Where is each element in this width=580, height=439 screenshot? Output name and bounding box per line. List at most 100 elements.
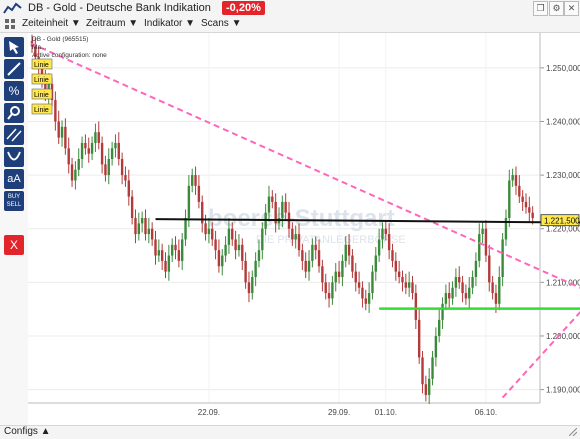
candle-body	[57, 121, 60, 138]
candle-body	[237, 244, 241, 251]
candle-body	[247, 282, 251, 294]
candle-body	[107, 159, 110, 176]
buy-sell-button[interactable]: BUY SELL	[4, 191, 24, 211]
settings-button[interactable]: ⚙	[549, 1, 564, 16]
candle-body	[54, 100, 57, 122]
candle-body	[514, 175, 518, 186]
app-logo-icon	[3, 2, 22, 14]
candle-body	[454, 276, 458, 288]
menu-indikator[interactable]: Indikator ▼	[144, 18, 195, 29]
candle-body	[114, 142, 117, 149]
candle-body	[134, 218, 137, 235]
candle-body	[441, 303, 444, 320]
price-chart[interactable]: 1.190,0001.200,0001.210,0001.220,0001.23…	[21, 33, 580, 425]
candle-body	[531, 212, 534, 218]
candle-body	[354, 271, 357, 283]
candle-body	[481, 228, 484, 235]
candle-body	[357, 282, 361, 288]
menu-zeitraum[interactable]: Zeitraum ▼	[86, 18, 138, 29]
candle-body	[417, 319, 421, 358]
candle-body	[317, 250, 321, 267]
candle-body	[524, 201, 528, 208]
menu-zeiteinheit[interactable]: Zeiteinheit ▼	[22, 18, 81, 29]
downtrend-line	[21, 38, 580, 289]
candle-body	[448, 293, 451, 299]
candle-body	[384, 228, 388, 235]
restore-button[interactable]: ❐	[533, 1, 548, 16]
candle-body	[501, 239, 504, 277]
grid-menu-icon[interactable]	[5, 19, 15, 29]
candle-body	[461, 282, 464, 294]
y-tick-label: 1.190,000	[546, 386, 580, 395]
percent-tool-button[interactable]: %	[4, 81, 24, 101]
curve-tool-icon	[7, 151, 21, 161]
chart-area[interactable]: 1.190,000 1.200,000 1.210,000 1.220,000 1.23…	[21, 33, 580, 425]
delete-button[interactable]: X	[4, 235, 24, 255]
menu-scans[interactable]: Scans ▼	[201, 18, 241, 29]
candle-body	[351, 255, 354, 272]
candle-body	[377, 239, 381, 256]
buy-sell-icon: BUY SELL	[6, 194, 22, 208]
y-tick-label: 1.240,000	[546, 117, 580, 126]
select-tool-button[interactable]	[4, 37, 24, 57]
candle-body	[434, 335, 438, 358]
candle-body	[60, 126, 64, 138]
y-tick-label: 1.250,000	[546, 64, 580, 73]
candle-body	[97, 132, 100, 143]
candle-body	[184, 218, 187, 240]
channel-tool-button[interactable]	[4, 125, 24, 145]
candle-body	[311, 244, 314, 261]
candle-body	[464, 293, 468, 299]
candle-body	[297, 234, 301, 251]
candle-body	[528, 207, 531, 213]
candle-body	[77, 159, 80, 170]
candle-body	[374, 255, 377, 272]
candle-body	[468, 287, 471, 299]
candle-body	[387, 234, 391, 251]
status-bar: Configs ▲	[0, 425, 580, 439]
candle-body	[204, 223, 207, 235]
candle-body	[67, 148, 70, 165]
candle-body	[327, 293, 331, 299]
legend-text: Ma...	[32, 44, 47, 51]
line-tool-button[interactable]	[4, 59, 24, 79]
candle-body	[381, 228, 384, 240]
close-icon: ✕	[567, 3, 576, 13]
zoom-tool-button[interactable]	[4, 103, 24, 123]
curve-tool-button[interactable]	[4, 147, 24, 167]
candle-body	[241, 244, 244, 261]
candle-body	[294, 234, 297, 240]
candle-body	[281, 201, 284, 218]
candle-body	[498, 276, 501, 304]
candle-body	[307, 260, 311, 272]
candle-body	[291, 228, 294, 240]
candle-body	[421, 357, 424, 385]
candle-body	[74, 169, 77, 181]
candle-body	[217, 250, 221, 267]
candle-body	[257, 250, 261, 261]
candle-body	[130, 196, 134, 218]
text-tool-button[interactable]: aA	[4, 169, 24, 189]
candle-body	[124, 175, 127, 181]
candle-body	[187, 185, 191, 218]
candle-body	[110, 148, 114, 160]
candle-body	[137, 223, 141, 235]
last-price-label: 1.221,500	[544, 217, 580, 226]
candle-body	[424, 384, 428, 395]
candle-body	[344, 244, 347, 261]
candle-body	[337, 271, 341, 277]
configs-button[interactable]: Configs ▲	[4, 426, 51, 437]
candle-body	[458, 276, 461, 283]
resize-grip-icon[interactable]	[569, 428, 577, 436]
candle-body	[394, 260, 398, 272]
candle-body	[438, 319, 441, 336]
watermark-logo: boerse-Stuttgart	[208, 205, 395, 232]
candle-body	[117, 142, 120, 160]
candle-body	[494, 293, 498, 304]
zoom-icon	[7, 106, 20, 120]
close-button[interactable]: ✕	[564, 1, 579, 16]
candle-body	[191, 175, 194, 186]
candle-body	[371, 271, 374, 294]
x-tick-label: 22.09.	[198, 408, 220, 417]
line-label: Linie	[34, 62, 49, 69]
